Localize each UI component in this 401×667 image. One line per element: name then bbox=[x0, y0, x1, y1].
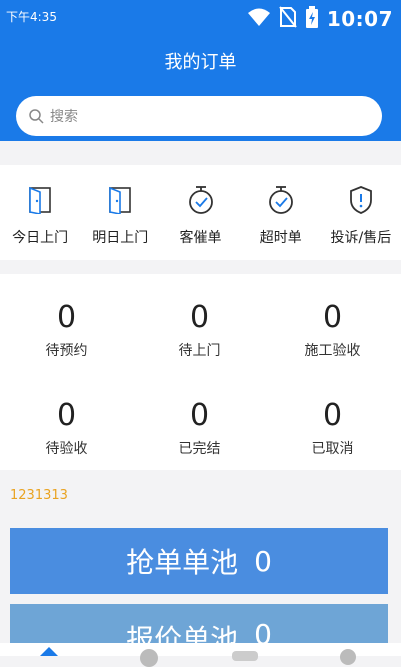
door-icon bbox=[27, 185, 53, 215]
bottom-tab-bar bbox=[0, 643, 401, 667]
timer-check-icon bbox=[187, 185, 215, 215]
grab-order-pool-button[interactable]: 抢单单池 0 bbox=[10, 528, 388, 594]
grab-pool-label: 抢单单池 bbox=[126, 546, 239, 579]
stat-label: 待验收 bbox=[45, 441, 88, 457]
stat-label: 施工验收 bbox=[304, 343, 361, 359]
door-icon bbox=[107, 185, 133, 215]
timer-check-icon bbox=[267, 185, 295, 215]
grab-pool-count: 0 bbox=[254, 544, 272, 578]
stat-pending-appointment[interactable]: 0 待预约 bbox=[0, 302, 133, 360]
stat-value: 0 bbox=[322, 300, 343, 335]
status-clock: 10:07 bbox=[326, 7, 393, 31]
no-sim-icon bbox=[279, 6, 297, 32]
promo-text: 1231313 bbox=[10, 488, 68, 503]
quick-action-label: 投诉/售后 bbox=[330, 230, 392, 246]
page-title: 我的订单 bbox=[164, 52, 237, 73]
order-stats: 0 待预约 0 待上门 0 施工验收 0 待验收 0 已完结 0 已取消 bbox=[0, 274, 401, 470]
quick-action-label: 明日上门 bbox=[92, 230, 149, 246]
stat-pending-acceptance[interactable]: 0 待验收 bbox=[0, 400, 133, 458]
search-icon bbox=[28, 108, 44, 124]
header: 下午4:35 10:07 我的订单 搜索 bbox=[0, 0, 401, 141]
stat-cancelled[interactable]: 0 已取消 bbox=[266, 400, 399, 458]
quick-action-tomorrow-visit[interactable]: 明日上门 bbox=[80, 165, 160, 260]
stat-value: 0 bbox=[56, 300, 77, 335]
status-left-text: 下午4:35 bbox=[6, 10, 57, 24]
tab-icon[interactable] bbox=[340, 649, 356, 665]
stat-value: 0 bbox=[56, 398, 77, 433]
wifi-icon bbox=[247, 7, 271, 31]
shield-alert-icon bbox=[348, 185, 374, 215]
quick-action-complaint[interactable]: 投诉/售后 bbox=[321, 165, 401, 260]
search-input[interactable]: 搜索 bbox=[16, 96, 382, 136]
stat-label: 已完结 bbox=[178, 441, 221, 457]
quick-action-label: 今日上门 bbox=[12, 230, 69, 246]
battery-charging-icon bbox=[305, 6, 319, 32]
quick-action-overdue[interactable]: 超时单 bbox=[241, 165, 321, 260]
search-placeholder: 搜索 bbox=[50, 109, 78, 125]
stat-label: 待上门 bbox=[178, 343, 221, 359]
stat-construction-acceptance[interactable]: 0 施工验收 bbox=[266, 302, 399, 360]
stat-completed[interactable]: 0 已完结 bbox=[133, 400, 266, 458]
quick-action-customer-urge[interactable]: 客催单 bbox=[160, 165, 240, 260]
home-tab-icon[interactable] bbox=[40, 647, 58, 656]
quick-actions: 今日上门 明日上门 客催单 超时单 投诉/售后 bbox=[0, 165, 401, 260]
quick-action-label: 超时单 bbox=[259, 230, 302, 246]
tab-icon[interactable] bbox=[232, 651, 258, 661]
status-bar-icons: 10:07 bbox=[247, 6, 393, 32]
stat-label: 已取消 bbox=[311, 441, 354, 457]
quick-action-label: 客催单 bbox=[179, 230, 222, 246]
stat-label: 待预约 bbox=[45, 343, 88, 359]
stat-value: 0 bbox=[189, 398, 210, 433]
stat-value: 0 bbox=[322, 398, 343, 433]
stat-value: 0 bbox=[189, 300, 210, 335]
quick-action-today-visit[interactable]: 今日上门 bbox=[0, 165, 80, 260]
tab-icon[interactable] bbox=[140, 649, 158, 667]
stat-pending-visit[interactable]: 0 待上门 bbox=[133, 302, 266, 360]
